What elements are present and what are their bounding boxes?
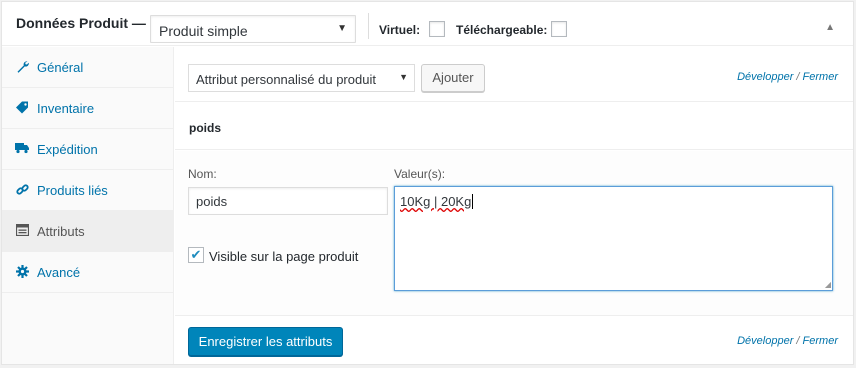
- tab-label: Expédition: [37, 142, 98, 157]
- attribute-header[interactable]: poids: [175, 103, 853, 150]
- tab-general[interactable]: Général: [2, 47, 173, 88]
- collapse-all-link[interactable]: Fermer: [803, 335, 838, 347]
- product-type-select[interactable]: Produit simple ▼: [150, 15, 356, 43]
- attribute-taxonomy-value: Attribut personnalisé du produit: [196, 72, 376, 87]
- link-separator: /: [796, 335, 800, 347]
- attribute-values-textarea[interactable]: 10Kg | 20Kg ◢: [394, 186, 833, 291]
- add-attribute-button[interactable]: Ajouter: [421, 64, 485, 92]
- link-icon: [15, 183, 29, 197]
- wrench-icon: [15, 60, 29, 74]
- attribute-body: Nom: poids Valeur(s): 10Kg | 20Kg ◢ ✔ Vi…: [175, 151, 853, 316]
- save-attributes-button[interactable]: Enregistrer les attributs: [188, 327, 343, 356]
- product-type-value: Produit simple: [159, 23, 248, 39]
- chevron-down-icon: ▼: [337, 23, 347, 34]
- gear-icon: [15, 265, 29, 279]
- attributes-footer: Enregistrer les attributs Développer / F…: [175, 317, 853, 364]
- tab-label: Inventaire: [37, 101, 95, 116]
- expand-collapse-links-footer: Développer / Fermer: [737, 335, 838, 347]
- panel-title: Données Produit —: [16, 15, 146, 31]
- list-icon: [15, 223, 29, 238]
- expand-collapse-links: Développer / Fermer: [737, 71, 838, 83]
- attribute-name-input[interactable]: poids: [188, 187, 388, 215]
- tab-advanced[interactable]: Avancé: [2, 252, 173, 293]
- attribute-heading: poids: [189, 121, 221, 135]
- virtual-checkbox[interactable]: [429, 21, 445, 37]
- tab-label: Attributs: [37, 224, 85, 239]
- collapse-panel-icon[interactable]: ▲: [825, 22, 835, 33]
- tab-attributes[interactable]: Attributs: [2, 211, 173, 252]
- expand-all-link[interactable]: Développer: [737, 71, 793, 83]
- panel-header: Données Produit — Produit simple ▼ Virtu…: [2, 2, 853, 46]
- tab-label: Produits liés: [37, 183, 108, 198]
- values-text: 10Kg | 20Kg: [400, 194, 474, 209]
- resize-grip-icon[interactable]: ◢: [825, 280, 831, 289]
- attribute-taxonomy-select[interactable]: Attribut personnalisé du produit ▼: [188, 64, 415, 92]
- tab-label: Avancé: [37, 265, 81, 280]
- tab-label: Général: [37, 60, 84, 75]
- tab-inventory[interactable]: Inventaire: [2, 88, 173, 129]
- virtual-label: Virtuel:: [379, 23, 421, 37]
- downloadable-label: Téléchargeable:: [456, 23, 548, 37]
- downloadable-checkbox[interactable]: [551, 21, 567, 37]
- product-data-panel: Données Produit — Produit simple ▼ Virtu…: [1, 1, 854, 365]
- visible-on-product-label: Visible sur la page produit: [209, 249, 359, 264]
- tab-shipping[interactable]: Expédition: [2, 129, 173, 170]
- link-separator: /: [796, 71, 800, 83]
- header-divider: [368, 13, 369, 39]
- name-label: Nom:: [188, 167, 217, 181]
- chevron-down-icon: ▼: [399, 72, 408, 82]
- visible-on-product-checkbox[interactable]: ✔: [188, 247, 204, 263]
- expand-all-link[interactable]: Développer: [737, 335, 793, 347]
- values-label: Valeur(s):: [394, 167, 446, 181]
- attributes-panel: Attribut personnalisé du produit ▼ Ajout…: [175, 47, 853, 364]
- truck-icon: [15, 142, 29, 156]
- tag-icon: [15, 101, 29, 115]
- collapse-all-link[interactable]: Fermer: [803, 71, 838, 83]
- attributes-toolbar: Attribut personnalisé du produit ▼ Ajout…: [175, 47, 853, 102]
- product-data-tabs: Général Inventaire Expédition Produits l…: [2, 47, 174, 364]
- tab-linked-products[interactable]: Produits liés: [2, 170, 173, 211]
